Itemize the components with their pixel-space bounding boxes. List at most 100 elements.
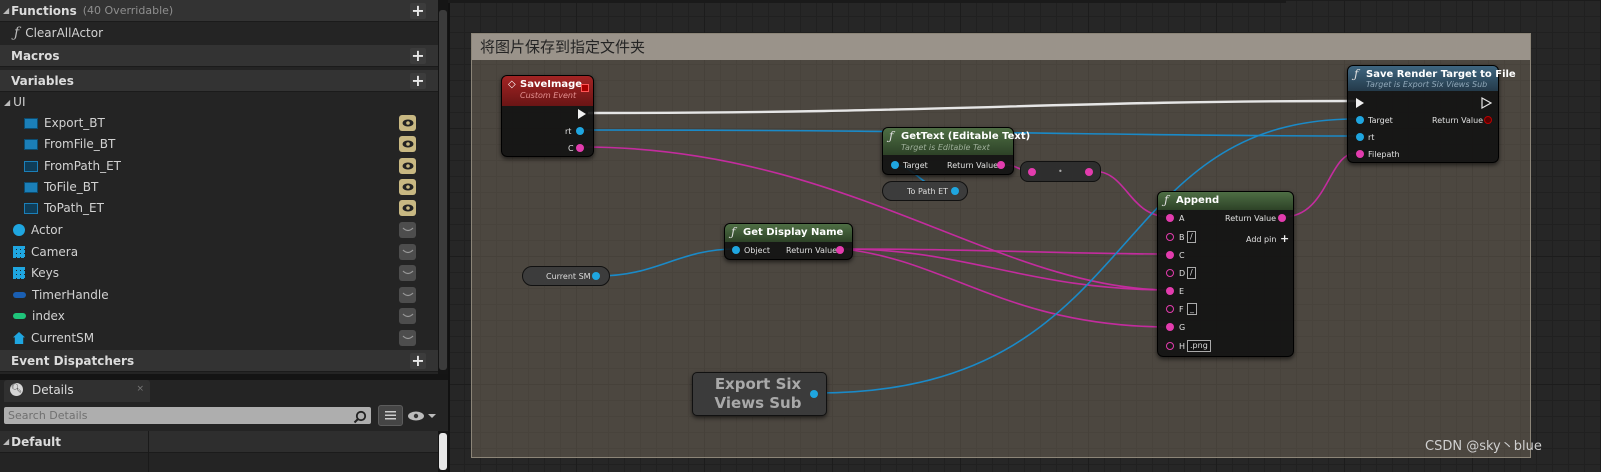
- variable-label: Camera: [31, 245, 79, 259]
- ui-group-header[interactable]: ◢ UI: [0, 91, 438, 113]
- default-label: Default: [11, 434, 61, 449]
- d-default-input[interactable]: /: [1187, 267, 1196, 279]
- eye-icon[interactable]: [399, 200, 416, 216]
- get-display-name-node[interactable]: ƒ Get Display Name Object Return Value: [724, 223, 853, 260]
- c-in-pin[interactable]: [1166, 251, 1174, 259]
- pin-label: Return Value: [786, 246, 838, 255]
- h-default-input[interactable]: .png: [1187, 340, 1211, 352]
- eye-icon[interactable]: [399, 158, 416, 174]
- view-options-eye-icon[interactable]: [407, 408, 437, 424]
- variable-out-pin[interactable]: [951, 187, 959, 195]
- eye-closed-icon[interactable]: [399, 330, 416, 346]
- scrollbar-thumb[interactable]: [439, 10, 447, 370]
- variable-item-currentsm[interactable]: CurrentSM: [0, 327, 438, 349]
- return-out-pin[interactable]: [1278, 214, 1286, 222]
- object-variable-icon: [24, 181, 38, 193]
- exec-out-pin[interactable]: [578, 109, 586, 119]
- currentsm-getter[interactable]: Current SM: [522, 266, 610, 286]
- expand-arrow-icon[interactable]: ◢: [3, 6, 9, 15]
- close-tab-icon[interactable]: ×: [136, 384, 144, 394]
- add-macro-button[interactable]: +: [410, 48, 426, 64]
- variable-item-fromfile-bt[interactable]: FromFile_BT: [0, 133, 438, 155]
- eye-closed-icon[interactable]: [399, 265, 416, 281]
- functions-label: Functions: [11, 3, 77, 18]
- delegate-pin[interactable]: [581, 84, 589, 92]
- variable-item-tofile-bt[interactable]: ToFile_BT: [0, 176, 438, 198]
- add-event-dispatcher-button[interactable]: +: [410, 353, 426, 369]
- filepath-in-pin[interactable]: [1356, 150, 1364, 158]
- a-in-pin[interactable]: [1166, 214, 1174, 222]
- list-view-toggle[interactable]: [378, 405, 403, 426]
- eye-closed-icon[interactable]: [399, 244, 416, 260]
- in-pin[interactable]: [1028, 168, 1036, 176]
- self-out-pin[interactable]: [810, 390, 818, 398]
- eye-icon[interactable]: [399, 136, 416, 152]
- d-in-pin[interactable]: [1166, 269, 1174, 277]
- rt-out-pin[interactable]: [576, 127, 584, 135]
- default-category[interactable]: ◢ Default: [0, 431, 438, 453]
- variable-item-export-bt[interactable]: Export_BT: [0, 112, 438, 134]
- scrollbar-thumb[interactable]: [439, 433, 447, 470]
- eye-icon[interactable]: [399, 115, 416, 131]
- topath-et-getter[interactable]: To Path ET: [882, 181, 968, 201]
- add-pin-icon[interactable]: +: [1280, 232, 1289, 245]
- add-pin-label[interactable]: Add pin: [1246, 235, 1276, 244]
- search-details-input[interactable]: Search Details: [4, 407, 371, 424]
- target-in-pin[interactable]: [1356, 116, 1364, 124]
- rt-in-pin[interactable]: [1356, 133, 1364, 141]
- gettext-node[interactable]: ƒ GetText (Editable Text) Target is Edit…: [882, 127, 1030, 175]
- pin-label: G: [1179, 323, 1186, 332]
- return-out-pin[interactable]: [997, 161, 1005, 169]
- export-six-views-sub-node[interactable]: Export Six Views Sub: [692, 372, 827, 416]
- macros-category[interactable]: Macros +: [0, 45, 438, 67]
- variable-item-camera[interactable]: Camera: [0, 241, 438, 263]
- blueprint-graph[interactable]: 将图片保存到指定文件夹 ◇ SaveImage Custom Event rt: [448, 0, 1601, 472]
- panel-scrollbar[interactable]: [438, 0, 448, 374]
- f-default-input[interactable]: _: [1187, 303, 1197, 315]
- return-out-pin[interactable]: [1484, 116, 1492, 124]
- function-item-clearallactor[interactable]: ƒ ClearAllActor: [0, 22, 438, 44]
- e-in-pin[interactable]: [1166, 287, 1174, 295]
- object-in-pin[interactable]: [732, 246, 740, 254]
- conversion-node[interactable]: •: [1020, 161, 1101, 182]
- target-in-pin[interactable]: [891, 161, 899, 169]
- save-render-target-node[interactable]: ƒ Save Render Target to File Target is E…: [1347, 65, 1516, 163]
- search-icon[interactable]: [353, 409, 367, 424]
- append-node[interactable]: ƒ Append A Return Value B / Add pin + C …: [1157, 191, 1294, 357]
- b-in-pin[interactable]: [1166, 233, 1174, 241]
- saveimage-event-node[interactable]: ◇ SaveImage Custom Event rt C: [501, 75, 594, 157]
- event-dispatchers-category[interactable]: Event Dispatchers +: [0, 350, 438, 372]
- variable-item-frompath-et[interactable]: FromPath_ET: [0, 155, 438, 177]
- pin-label: Return Value: [1225, 214, 1277, 223]
- b-default-input[interactable]: /: [1187, 231, 1196, 243]
- g-in-pin[interactable]: [1166, 323, 1174, 331]
- variables-category[interactable]: Variables +: [0, 70, 438, 92]
- variable-item-index[interactable]: index: [0, 305, 438, 327]
- variable-label: TimerHandle: [32, 288, 109, 302]
- eye-closed-icon[interactable]: [399, 287, 416, 303]
- variable-out-pin[interactable]: [592, 272, 600, 280]
- add-variable-button[interactable]: +: [410, 73, 426, 89]
- h-in-pin[interactable]: [1166, 342, 1174, 350]
- eye-closed-icon[interactable]: [399, 222, 416, 238]
- eye-closed-icon[interactable]: [399, 308, 416, 324]
- tab-details[interactable]: 🔍︎ Details ×: [4, 380, 150, 402]
- variable-item-actor[interactable]: Actor: [0, 219, 438, 241]
- add-function-button[interactable]: +: [410, 3, 426, 19]
- object-variable-icon: [24, 117, 38, 129]
- variable-item-keys[interactable]: Keys: [0, 262, 438, 284]
- pin-label: D: [1179, 269, 1186, 278]
- out-pin[interactable]: [1085, 168, 1093, 176]
- f-in-pin[interactable]: [1166, 305, 1174, 313]
- my-blueprint-panel: ◢ Functions (40 Overridable) + ƒ ClearAl…: [0, 0, 448, 472]
- node-subtitle: Custom Event: [520, 91, 577, 100]
- exec-out-pin[interactable]: [1481, 97, 1492, 109]
- variable-item-topath-et[interactable]: ToPath_ET: [0, 197, 438, 219]
- eye-icon[interactable]: [399, 179, 416, 195]
- return-out-pin[interactable]: [836, 246, 844, 254]
- functions-category[interactable]: ◢ Functions (40 Overridable) +: [0, 0, 438, 22]
- c-out-pin[interactable]: [576, 144, 584, 152]
- variable-item-timerhandle[interactable]: TimerHandle: [0, 284, 438, 306]
- details-scrollbar[interactable]: [438, 431, 448, 472]
- exec-in-pin[interactable]: [1356, 98, 1364, 108]
